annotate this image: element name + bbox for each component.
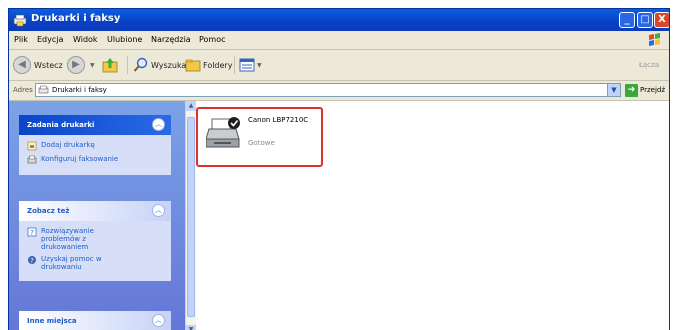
address-field[interactable]: Drukarki i faksy ▼	[35, 83, 621, 97]
task-label: Rozwiązywanie problemów z drukowaniem	[41, 227, 94, 251]
search-button[interactable]: Wyszukaj	[133, 55, 189, 75]
toolbar-separator	[234, 56, 235, 74]
maximize-button[interactable]: □	[637, 12, 653, 28]
search-label: Wyszukaj	[151, 60, 189, 70]
task-label: Konfiguruj faksowanie	[41, 155, 119, 163]
forward-button[interactable]: ▶ ▼	[67, 55, 95, 75]
search-icon	[133, 57, 148, 72]
collapse-icon[interactable]: ︿	[152, 314, 165, 327]
explorer-window: Drukarki i faksy _ □ X Plik Edycja Widok…	[8, 8, 670, 330]
task-pane-scrollbar[interactable]: ▲ ▼	[185, 101, 196, 330]
svg-text:?: ?	[30, 257, 34, 265]
views-icon	[239, 58, 255, 72]
address-label: Adres	[13, 86, 33, 94]
folders-button[interactable]: Foldery	[185, 55, 232, 75]
help-topic-icon: ?	[27, 227, 37, 237]
menu-favorites[interactable]: Ulubione	[107, 35, 142, 44]
see-also-panel: Zobacz też ︿ ? Rozwiązywanie problemów z…	[19, 201, 171, 281]
toolbar-separator	[127, 56, 128, 74]
printer-folder-icon	[13, 14, 27, 27]
panel-header[interactable]: Zobacz też ︿	[19, 201, 171, 221]
panel-header[interactable]: Inne miejsca ︿	[19, 311, 171, 330]
other-places-panel: Inne miejsca ︿	[19, 311, 171, 330]
menu-bar: Plik Edycja Widok Ulubione Narzędzia Pom…	[9, 31, 669, 50]
printer-list: Canon LBP7210C Gotowe	[196, 101, 669, 330]
help-globe-icon: ?	[28, 256, 36, 265]
troubleshoot-printing-link[interactable]: ? Rozwiązywanie problemów z drukowaniem	[27, 227, 163, 251]
svg-text:?: ?	[30, 229, 34, 237]
configure-fax-link[interactable]: Konfiguruj faksowanie	[27, 155, 163, 165]
up-folder-button[interactable]	[101, 55, 119, 75]
printing-help-link[interactable]: ? Uzyskaj pomoc w drukowaniu	[27, 255, 163, 271]
close-button[interactable]: X	[654, 12, 669, 28]
task-pane: Zadania drukarki ︿ Dodaj drukarkę Konfig…	[9, 101, 185, 330]
printer-icon	[206, 117, 240, 148]
printer-tasks-panel: Zadania drukarki ︿ Dodaj drukarkę Konfig…	[19, 115, 171, 175]
forward-arrow-icon: ▶	[67, 56, 85, 74]
scroll-down-icon[interactable]: ▼	[186, 325, 196, 330]
views-dropdown-icon[interactable]: ▼	[257, 62, 262, 69]
folders-icon	[185, 59, 201, 72]
back-arrow-icon: ◀	[13, 56, 31, 74]
printer-status: Gotowe	[248, 139, 275, 147]
address-value: Drukarki i faksy	[52, 86, 107, 94]
scroll-thumb[interactable]	[187, 117, 195, 317]
task-label: Dodaj drukarkę	[41, 141, 95, 149]
menu-view[interactable]: Widok	[73, 35, 98, 44]
panel-title: Zadania drukarki	[27, 121, 95, 129]
minimize-button[interactable]: _	[619, 12, 635, 28]
address-dropdown-icon[interactable]: ▼	[607, 84, 620, 96]
menu-tools[interactable]: Narzędzia	[151, 35, 191, 44]
folders-label: Foldery	[203, 60, 233, 70]
toolbar: ◀ Wstecz ▼ ▶ ▼ Wyszukaj	[9, 50, 669, 81]
views-button[interactable]: ▼	[239, 55, 262, 75]
windows-logo-icon	[649, 33, 660, 46]
add-printer-icon	[27, 141, 37, 151]
fax-icon	[27, 155, 37, 164]
up-folder-icon	[102, 58, 118, 73]
title-bar[interactable]: Drukarki i faksy _ □ X	[9, 9, 669, 31]
address-bar: Adres Drukarki i faksy ▼ ➜ Przejdź	[9, 81, 669, 101]
scroll-up-icon[interactable]: ▲	[186, 101, 196, 111]
printer-folder-icon	[38, 85, 49, 94]
forward-dropdown-icon[interactable]: ▼	[90, 62, 95, 69]
go-arrow-icon: ➜	[625, 83, 638, 97]
go-label: Przejdź	[640, 86, 666, 94]
menu-file[interactable]: Plik	[14, 35, 28, 44]
panel-title: Zobacz też	[27, 207, 70, 215]
links-label[interactable]: Łącza	[639, 61, 659, 69]
task-label: Uzyskaj pomoc w drukowaniu	[41, 255, 102, 271]
printer-item[interactable]: Canon LBP7210C Gotowe	[196, 107, 323, 167]
back-label: Wstecz	[34, 60, 63, 70]
go-button[interactable]: ➜ Przejdź	[625, 83, 665, 97]
collapse-icon[interactable]: ︿	[152, 118, 165, 131]
panel-header[interactable]: Zadania drukarki ︿	[19, 115, 171, 135]
collapse-icon[interactable]: ︿	[152, 204, 165, 217]
printer-name: Canon LBP7210C	[248, 116, 309, 124]
menu-help[interactable]: Pomoc	[199, 35, 226, 44]
window-title: Drukarki i faksy	[31, 13, 121, 24]
menu-edit[interactable]: Edycja	[37, 35, 63, 44]
add-printer-link[interactable]: Dodaj drukarkę	[27, 141, 163, 151]
back-button[interactable]: ◀ Wstecz ▼	[13, 55, 71, 75]
panel-title: Inne miejsca	[27, 317, 77, 325]
